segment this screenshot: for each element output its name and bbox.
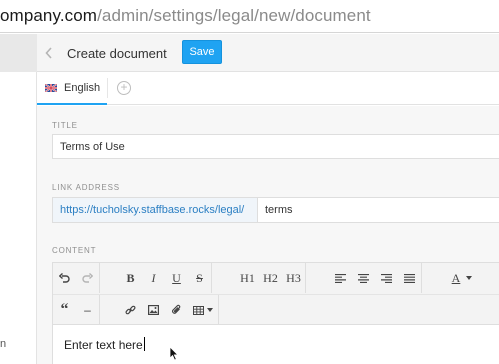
heading-2-button[interactable]: H2 bbox=[259, 263, 282, 293]
horizontal-rule-button[interactable]: – bbox=[76, 295, 99, 325]
page-header: Create document Save bbox=[37, 34, 499, 72]
tab-english[interactable]: English bbox=[37, 72, 107, 105]
table-icon bbox=[193, 305, 204, 315]
align-center-icon[interactable] bbox=[352, 263, 375, 293]
caret-down-icon bbox=[207, 308, 213, 312]
text-caret bbox=[143, 337, 145, 351]
table-button[interactable] bbox=[188, 295, 218, 325]
align-group bbox=[329, 263, 422, 293]
url-host: ompany.com bbox=[0, 6, 98, 25]
heading-group: H1 H2 H3 bbox=[236, 263, 306, 293]
quote-button[interactable]: “ bbox=[53, 295, 76, 325]
bold-button[interactable]: B bbox=[119, 263, 142, 293]
tab-label: English bbox=[64, 82, 101, 94]
save-button[interactable]: Save bbox=[182, 40, 222, 64]
link-address-label: LINK ADDRESS bbox=[52, 183, 120, 192]
heading-1-button[interactable]: H1 bbox=[236, 263, 259, 293]
sidebar-item-label[interactable]: n bbox=[0, 338, 6, 350]
editor-content[interactable]: Enter text here bbox=[64, 337, 145, 352]
format-group: B I U S bbox=[119, 263, 212, 293]
image-icon[interactable] bbox=[142, 295, 165, 325]
sidebar: n bbox=[0, 34, 37, 364]
title-label: TITLE bbox=[52, 121, 78, 130]
url-text[interactable]: ompany.com/admin/settings/legal/new/docu… bbox=[0, 6, 371, 26]
rich-text-editor: B I U S H1 H2 H3 A “ – Enter text here bbox=[52, 262, 499, 364]
font-color-button[interactable]: A bbox=[445, 263, 479, 293]
link-prefix: https://tucholsky.staffbase.rocks/legal/ bbox=[53, 198, 258, 222]
page-title: Create document bbox=[67, 46, 167, 61]
url-path: /admin/settings/legal/new/document bbox=[97, 6, 371, 25]
language-tabs: English + bbox=[37, 72, 499, 105]
align-justify-icon[interactable] bbox=[398, 263, 421, 293]
editor-toolbar: B I U S H1 H2 H3 A “ – bbox=[53, 263, 499, 325]
caret-down-icon bbox=[466, 276, 473, 280]
align-right-icon[interactable] bbox=[375, 263, 398, 293]
history-group bbox=[53, 263, 100, 293]
font-color-label: A bbox=[451, 270, 461, 285]
chevron-left-icon[interactable] bbox=[45, 46, 57, 60]
block-group: “ – bbox=[53, 295, 100, 325]
uk-flag-icon bbox=[45, 84, 57, 92]
italic-button[interactable]: I bbox=[142, 263, 165, 293]
strikethrough-button[interactable]: S bbox=[188, 263, 211, 293]
undo-icon[interactable] bbox=[53, 263, 76, 293]
sidebar-item-active[interactable] bbox=[0, 34, 37, 72]
redo-icon[interactable] bbox=[76, 263, 99, 293]
underline-button[interactable]: U bbox=[165, 263, 188, 293]
color-group: A bbox=[445, 263, 479, 293]
content-label: CONTENT bbox=[52, 246, 97, 255]
link-slug-input[interactable]: terms bbox=[265, 204, 293, 216]
editor-placeholder: Enter text here bbox=[64, 338, 143, 352]
align-left-icon[interactable] bbox=[329, 263, 352, 293]
mouse-pointer-icon bbox=[169, 346, 179, 361]
attachment-icon[interactable] bbox=[165, 295, 188, 325]
document-form: TITLE Terms of Use LINK ADDRESS https://… bbox=[37, 106, 499, 364]
browser-address-bar[interactable]: ompany.com/admin/settings/legal/new/docu… bbox=[0, 0, 499, 33]
divider bbox=[107, 78, 108, 98]
add-language-icon[interactable]: + bbox=[117, 81, 131, 95]
heading-3-button[interactable]: H3 bbox=[282, 263, 305, 293]
toolbar-row: “ – bbox=[53, 294, 499, 325]
title-input[interactable]: Terms of Use bbox=[52, 134, 499, 159]
insert-group bbox=[119, 295, 219, 325]
link-icon[interactable] bbox=[119, 295, 142, 325]
link-address-field: https://tucholsky.staffbase.rocks/legal/… bbox=[52, 197, 499, 223]
